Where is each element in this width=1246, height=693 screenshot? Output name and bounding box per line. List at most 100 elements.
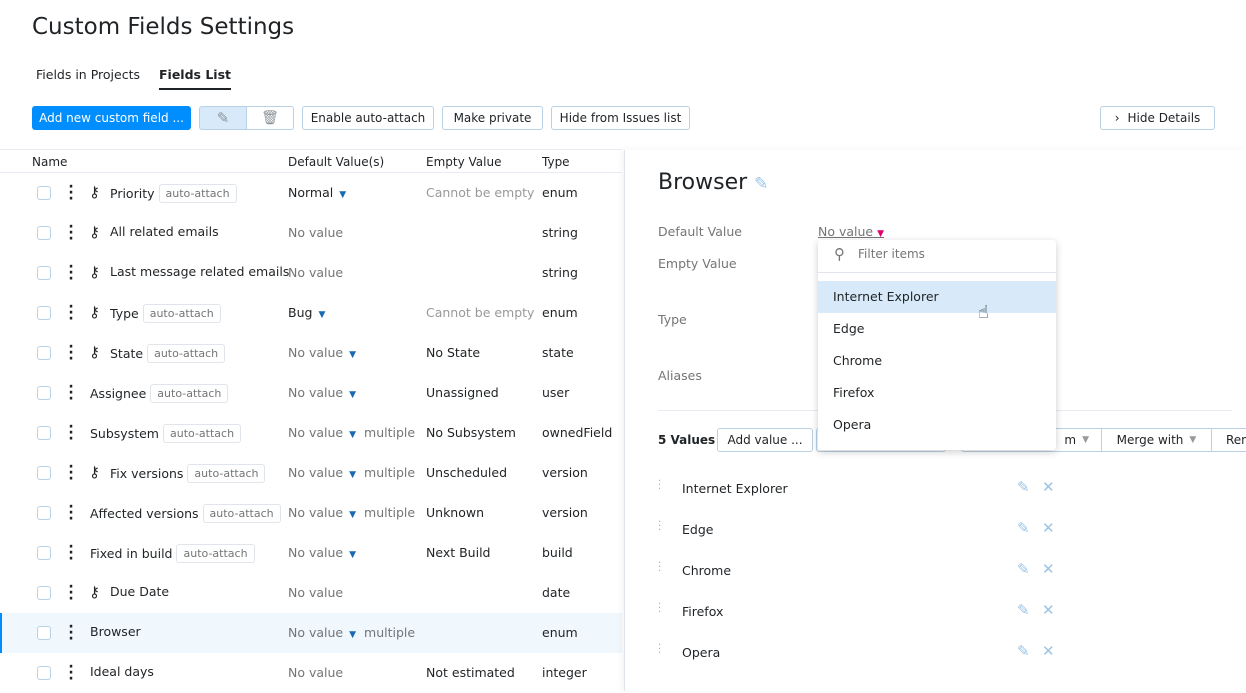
more-options-icon[interactable]: · · · bbox=[68, 340, 74, 366]
row-checkbox[interactable] bbox=[37, 266, 51, 280]
table-row[interactable]: · · · ⚷ Fix versions auto-attach No value ▼ m… bbox=[0, 453, 622, 493]
field-name[interactable]: Affected versions bbox=[90, 506, 199, 521]
default-value[interactable]: Bug ▼ bbox=[288, 305, 325, 320]
row-checkbox[interactable] bbox=[37, 466, 51, 480]
remove-button[interactable]: Rem bbox=[1211, 428, 1246, 452]
table-row[interactable]: · · · Ideal days No value Not estimated in… bbox=[0, 653, 622, 693]
pencil-icon[interactable]: ✎ bbox=[1017, 642, 1030, 660]
more-options-icon[interactable]: · · · bbox=[68, 620, 74, 646]
default-value[interactable]: No value bbox=[288, 225, 343, 240]
hide-from-issues-button[interactable]: Hide from Issues list bbox=[551, 106, 690, 130]
default-value[interactable]: Normal ▼ bbox=[288, 185, 346, 200]
default-value[interactable]: No value ▼ bbox=[288, 545, 356, 560]
row-checkbox[interactable] bbox=[37, 186, 51, 200]
table-row[interactable]: · · · ⚷ All related emails No value string bbox=[0, 213, 622, 253]
delete-button[interactable]: 🗑 bbox=[246, 106, 294, 130]
default-value[interactable]: No value ▼ bbox=[288, 345, 356, 360]
dropdown-option[interactable]: Edge bbox=[818, 313, 1056, 345]
field-name[interactable]: Priority bbox=[110, 186, 155, 201]
default-value[interactable]: No value ▼ multiple bbox=[288, 425, 415, 440]
more-options-icon[interactable]: · · · bbox=[68, 580, 74, 606]
drag-handle-icon[interactable]: · · · bbox=[658, 559, 661, 577]
pencil-icon[interactable]: ✎ bbox=[1017, 519, 1030, 537]
default-value[interactable]: No value ▼ multiple bbox=[288, 505, 415, 520]
table-row[interactable]: · · · ⚷ State auto-attach No value ▼ No Stat… bbox=[0, 333, 622, 373]
value-item[interactable]: · · · Firefox ✎ ✕ bbox=[658, 600, 1246, 645]
more-options-icon[interactable]: · · · bbox=[68, 220, 74, 246]
filter-items-input[interactable] bbox=[858, 247, 1048, 261]
close-icon[interactable]: ✕ bbox=[1042, 560, 1055, 578]
close-icon[interactable]: ✕ bbox=[1042, 519, 1055, 537]
merge-with-button[interactable]: Merge with ▼ bbox=[1101, 428, 1212, 452]
default-value-select[interactable]: No value ▼ bbox=[818, 224, 884, 239]
field-name[interactable]: State bbox=[110, 346, 143, 361]
more-options-icon[interactable]: · · · bbox=[68, 300, 74, 326]
col-name[interactable]: Name bbox=[32, 155, 67, 169]
field-name[interactable]: Subsystem bbox=[90, 426, 159, 441]
hide-details-button[interactable]: › Hide Details bbox=[1100, 106, 1215, 130]
field-name[interactable]: Ideal days bbox=[90, 664, 154, 679]
edit-button[interactable]: ✎ bbox=[199, 106, 247, 130]
close-icon[interactable]: ✕ bbox=[1042, 601, 1055, 619]
row-checkbox[interactable] bbox=[37, 306, 51, 320]
drag-handle-icon[interactable]: · · · bbox=[658, 641, 661, 659]
col-default[interactable]: Default Value(s) bbox=[288, 155, 384, 169]
field-name[interactable]: All related emails bbox=[110, 224, 219, 239]
default-value[interactable]: No value bbox=[288, 585, 343, 600]
row-checkbox[interactable] bbox=[37, 426, 51, 440]
drag-handle-icon[interactable]: · · · bbox=[658, 477, 661, 495]
table-row[interactable]: · · · ⚷ Priority auto-attach Normal ▼ Cannot… bbox=[0, 173, 622, 213]
tab-fields-list[interactable]: Fields List bbox=[159, 67, 231, 90]
table-row[interactable]: · · · Affected versions auto-attach No valu… bbox=[0, 493, 622, 533]
table-row[interactable]: · · · Browser No value ▼ multiple enum bbox=[0, 613, 622, 653]
pencil-icon[interactable]: ✎ bbox=[1017, 560, 1030, 578]
table-row[interactable]: · · · ⚷ Due Date No value date bbox=[0, 573, 622, 613]
field-name[interactable]: Last message related emails bbox=[110, 264, 289, 279]
dropdown-option[interactable]: Chrome bbox=[818, 345, 1056, 377]
row-checkbox[interactable] bbox=[37, 346, 51, 360]
table-row[interactable]: · · · ⚷ Last message related emails No val… bbox=[0, 253, 622, 293]
close-icon[interactable]: ✕ bbox=[1042, 478, 1055, 496]
tab-fields-in-projects[interactable]: Fields in Projects bbox=[36, 67, 140, 82]
field-name[interactable]: Type bbox=[110, 306, 139, 321]
more-options-icon[interactable]: · · · bbox=[68, 260, 74, 286]
field-name[interactable]: Fix versions bbox=[110, 466, 183, 481]
default-value[interactable]: No value bbox=[288, 265, 343, 280]
drag-handle-icon[interactable]: · · · bbox=[658, 518, 661, 536]
row-checkbox[interactable] bbox=[37, 386, 51, 400]
default-value[interactable]: No value ▼ bbox=[288, 385, 356, 400]
add-custom-field-button[interactable]: Add new custom field ... bbox=[32, 106, 191, 130]
default-value[interactable]: No value ▼ multiple bbox=[288, 625, 415, 640]
table-row[interactable]: · · · Subsystem auto-attach No value ▼ multip… bbox=[0, 413, 622, 453]
more-options-icon[interactable]: · · · bbox=[68, 420, 74, 446]
row-checkbox[interactable] bbox=[37, 666, 51, 680]
make-private-button[interactable]: Make private bbox=[442, 106, 543, 130]
drag-handle-icon[interactable]: · · · bbox=[658, 600, 661, 618]
enable-auto-attach-button[interactable]: Enable auto-attach bbox=[302, 106, 434, 130]
row-checkbox[interactable] bbox=[37, 626, 51, 640]
row-checkbox[interactable] bbox=[37, 506, 51, 520]
field-name[interactable]: Due Date bbox=[110, 584, 169, 599]
more-options-icon[interactable]: · · · bbox=[68, 500, 74, 526]
value-item[interactable]: · · · Chrome ✎ ✕ bbox=[658, 559, 1246, 604]
value-item[interactable]: · · · Edge ✎ ✕ bbox=[658, 518, 1246, 563]
more-options-icon[interactable]: · · · bbox=[68, 380, 74, 406]
more-options-icon[interactable]: · · · bbox=[68, 180, 74, 206]
table-row[interactable]: · · · Assignee auto-attach No value ▼ Unassi… bbox=[0, 373, 622, 413]
dropdown-option[interactable]: Internet Explorer bbox=[818, 281, 1056, 313]
col-type[interactable]: Type bbox=[542, 155, 570, 169]
pencil-icon[interactable]: ✎ bbox=[1017, 478, 1030, 496]
pencil-icon[interactable]: ✎ bbox=[1017, 601, 1030, 619]
field-name[interactable]: Browser bbox=[90, 624, 141, 639]
row-checkbox[interactable] bbox=[37, 586, 51, 600]
dropdown-option[interactable]: Firefox bbox=[818, 377, 1056, 409]
row-checkbox[interactable] bbox=[37, 546, 51, 560]
field-name[interactable]: Assignee bbox=[90, 386, 146, 401]
more-options-icon[interactable]: · · · bbox=[68, 660, 74, 686]
more-options-icon[interactable]: · · · bbox=[68, 540, 74, 566]
pencil-icon[interactable]: ✎ bbox=[754, 174, 768, 194]
default-value[interactable]: No value ▼ multiple bbox=[288, 465, 415, 480]
add-value-button[interactable]: Add value ... bbox=[717, 428, 813, 452]
value-item[interactable]: · · · Internet Explorer ✎ ✕ bbox=[658, 477, 1246, 522]
dropdown-option[interactable]: Opera bbox=[818, 409, 1056, 441]
